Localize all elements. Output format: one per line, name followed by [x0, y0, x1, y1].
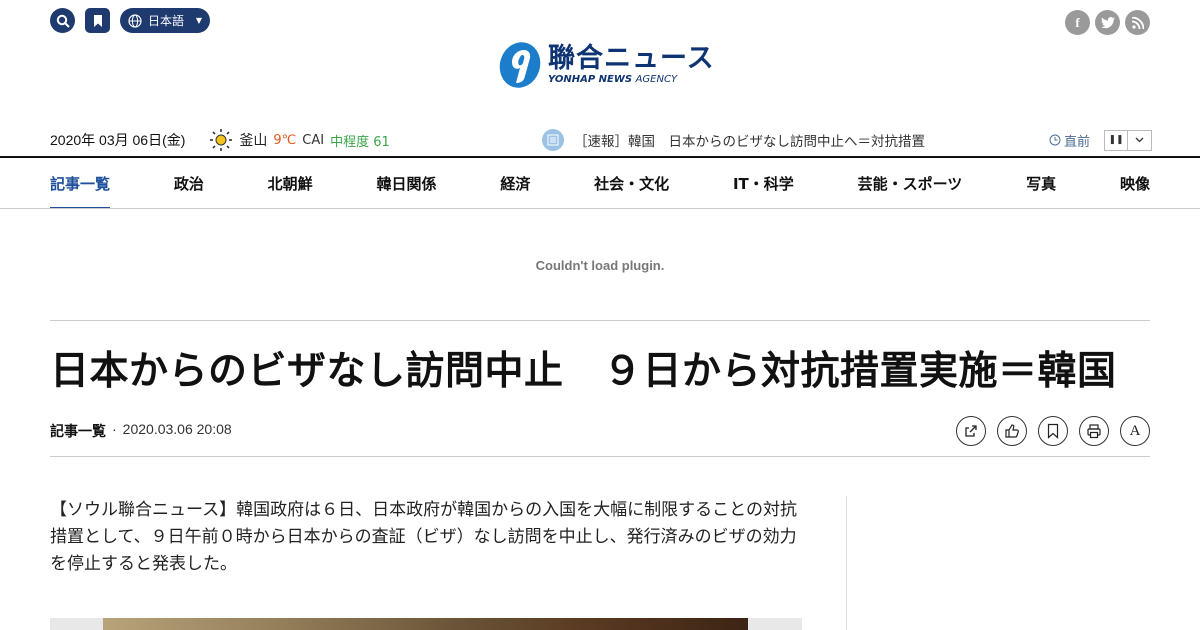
plugin-error-message: Couldn't load plugin. [535, 258, 665, 273]
ticker-headline[interactable]: ［速報］韓国 日本からのビザなし訪問中止へ＝対抗措置 [574, 130, 925, 150]
news-list-icon [542, 129, 564, 151]
search-icon [56, 14, 70, 28]
like-icon [1005, 424, 1019, 438]
nav-item-entertainment-sports[interactable]: 芸能・スポーツ [858, 158, 963, 208]
current-date: 2020年 03月 06日(金) [50, 132, 186, 148]
pause-icon: ❚❚ [1108, 135, 1124, 145]
weather-temperature: 9℃ [273, 132, 297, 148]
sidebar-divider [846, 496, 847, 630]
bookmark-icon [93, 14, 102, 27]
facebook-icon[interactable]: f [1065, 10, 1090, 35]
weather-widget[interactable]: 釜山 9℃ CAI 中程度 61 [209, 128, 390, 152]
article-meta: 記事一覧 · 2020.03.06 20:08 [50, 421, 232, 441]
article-photo-frame [50, 618, 802, 630]
breaking-news-ticker[interactable]: ［速報］韓国 日本からのビザなし訪問中止へ＝対抗措置 [542, 129, 925, 151]
site-logo[interactable]: 聯合ニュース YONHAP NEWS AGENCY [498, 40, 715, 90]
nav-item-videos[interactable]: 映像 [1120, 158, 1150, 208]
nav-item-korea-japan[interactable]: 韓日関係 [376, 158, 436, 208]
print-button[interactable] [1079, 416, 1109, 446]
nav-item-society-culture[interactable]: 社会・文化 [594, 158, 669, 208]
meta-divider [50, 456, 1150, 457]
top-utilities: 日本語 ▼ [50, 8, 210, 33]
social-links: f [1065, 10, 1150, 35]
title-divider [50, 320, 1150, 321]
info-row: 2020年 03月 06日(金) 釜山 9℃ CAI 中程度 61 ［速報］韓国… [50, 124, 1152, 156]
clock-icon [1049, 134, 1061, 146]
bookmark-article-button[interactable] [1038, 416, 1068, 446]
cai-value: 中程度 61 [330, 134, 390, 150]
search-button[interactable] [50, 8, 75, 33]
article-category[interactable]: 記事一覧 [50, 421, 106, 441]
article-photo[interactable] [103, 618, 748, 630]
cai-label: CAI [302, 132, 325, 148]
language-label: 日本語 [148, 14, 185, 28]
article-tools: A [956, 416, 1150, 446]
article-title: 日本からのビザなし訪問中止 ９日から対抗措置実施＝韓国 [50, 349, 1117, 394]
twitter-icon[interactable] [1095, 10, 1120, 35]
nav-item-north-korea[interactable]: 北朝鮮 [268, 158, 313, 208]
like-button[interactable] [997, 416, 1027, 446]
logo-japanese-text: 聯合ニュース [548, 43, 715, 74]
previous-link[interactable]: 直前 [1049, 131, 1090, 150]
expand-button[interactable] [1128, 129, 1152, 151]
nav-item-politics[interactable]: 政治 [174, 158, 204, 208]
sun-icon [210, 129, 233, 151]
share-icon [965, 425, 977, 437]
chevron-down-icon [1135, 137, 1144, 143]
ticker-controls: 直前 ❚❚ [1049, 129, 1152, 151]
rss-icon[interactable] [1125, 10, 1150, 35]
print-icon [1087, 424, 1101, 439]
weather-city: 釜山 [239, 133, 268, 149]
chevron-down-icon: ▼ [195, 16, 202, 25]
nav-item-article-list[interactable]: 記事一覧 [50, 158, 111, 209]
nav-divider [0, 208, 1200, 209]
main-navigation: 記事一覧 政治 北朝鮮 韓日関係 経済 社会・文化 IT・科学 芸能・スポーツ … [50, 158, 1150, 209]
nav-item-it-science[interactable]: IT・科学 [733, 158, 794, 208]
yonhap-logo-icon [499, 42, 541, 88]
logo-english-text: YONHAP NEWS AGENCY [548, 74, 678, 85]
font-size-button[interactable]: A [1120, 416, 1150, 446]
globe-icon [128, 13, 142, 28]
nav-item-photos[interactable]: 写真 [1026, 158, 1056, 208]
pause-button[interactable]: ❚❚ [1104, 129, 1128, 151]
meta-separator: · [112, 421, 117, 437]
bookmark-icon [1047, 423, 1059, 439]
article-body: 【ソウル聯合ニュース】韓国政府は６日、日本政府が韓国からの入国を大幅に制限するこ… [50, 500, 797, 574]
article-datetime: 2020.03.06 20:08 [122, 421, 232, 437]
nav-item-economy[interactable]: 経済 [500, 158, 530, 208]
language-selector[interactable]: 日本語 ▼ [120, 8, 210, 33]
bookmark-button[interactable] [85, 8, 110, 33]
share-button[interactable] [956, 416, 986, 446]
font-size-icon: A [1129, 422, 1141, 439]
